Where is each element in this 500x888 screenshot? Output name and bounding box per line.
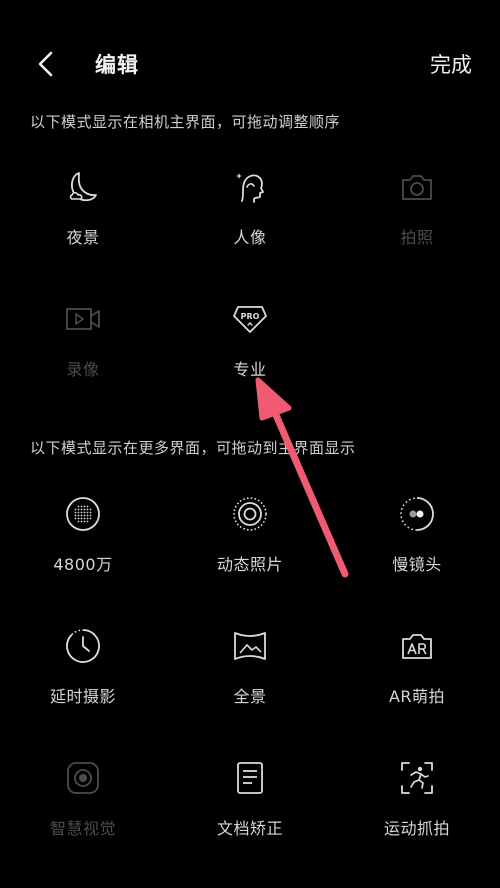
mode-label: 录像	[66, 360, 100, 379]
mode-label: 全景	[233, 687, 267, 706]
mode-label: AR萌拍	[388, 687, 446, 706]
mode-label: 拍照	[400, 228, 434, 247]
mode-video[interactable]: 录像	[0, 299, 166, 409]
page-title: 编辑	[95, 53, 139, 77]
mode-label: 4800万	[53, 555, 113, 574]
panorama-icon	[230, 626, 270, 666]
mode-label: 延时摄影	[49, 687, 116, 706]
smart-vision-icon	[63, 758, 103, 798]
live-photo-icon	[230, 494, 270, 534]
portrait-icon	[230, 167, 270, 207]
back-button[interactable]	[28, 46, 64, 82]
ar-icon	[397, 626, 437, 666]
done-button[interactable]: 完成	[430, 49, 472, 79]
chevron-left-icon	[38, 51, 53, 77]
mode-label: 人像	[233, 228, 267, 247]
document-icon	[230, 758, 270, 798]
mode-label: 智慧视觉	[49, 819, 116, 838]
main-modes-label: 以下模式显示在相机主界面，可拖动调整顺序	[30, 113, 341, 131]
mode-label: 动态照片	[216, 555, 283, 574]
mode-live-photo[interactable]: 动态照片	[167, 494, 333, 604]
mode-pro[interactable]: PRO 专业	[167, 299, 333, 409]
slow-motion-icon	[397, 494, 437, 534]
svg-text:PRO: PRO	[241, 312, 260, 321]
mode-motion-capture[interactable]: 运动抓拍	[334, 758, 500, 868]
mode-label: 专业	[233, 360, 267, 379]
pro-icon: PRO	[230, 299, 270, 339]
mode-48mp[interactable]: 4800万	[0, 494, 166, 604]
more-modes-label: 以下模式显示在更多界面，可拖动到主界面显示	[30, 439, 356, 457]
mode-label: 夜景	[66, 228, 100, 247]
moon-icon	[63, 167, 103, 207]
mode-portrait[interactable]: 人像	[167, 167, 333, 277]
motion-capture-icon	[397, 758, 437, 798]
mode-document[interactable]: 文档矫正	[167, 758, 333, 868]
mode-label: 文档矫正	[216, 819, 283, 838]
time-lapse-icon	[63, 626, 103, 666]
mode-label: 慢镜头	[392, 555, 442, 574]
mode-time-lapse[interactable]: 延时摄影	[0, 626, 166, 736]
mode-photo[interactable]: 拍照	[334, 167, 500, 277]
video-icon	[63, 299, 103, 339]
mode-ar[interactable]: AR萌拍	[334, 626, 500, 736]
mode-smart-vision[interactable]: 智慧视觉	[0, 758, 166, 868]
mode-night[interactable]: 夜景	[0, 167, 166, 277]
mode-label: 运动抓拍	[383, 819, 450, 838]
camera-icon	[397, 167, 437, 207]
mode-panorama[interactable]: 全景	[167, 626, 333, 736]
mode-slow-motion[interactable]: 慢镜头	[334, 494, 500, 604]
high-resolution-icon	[63, 494, 103, 534]
